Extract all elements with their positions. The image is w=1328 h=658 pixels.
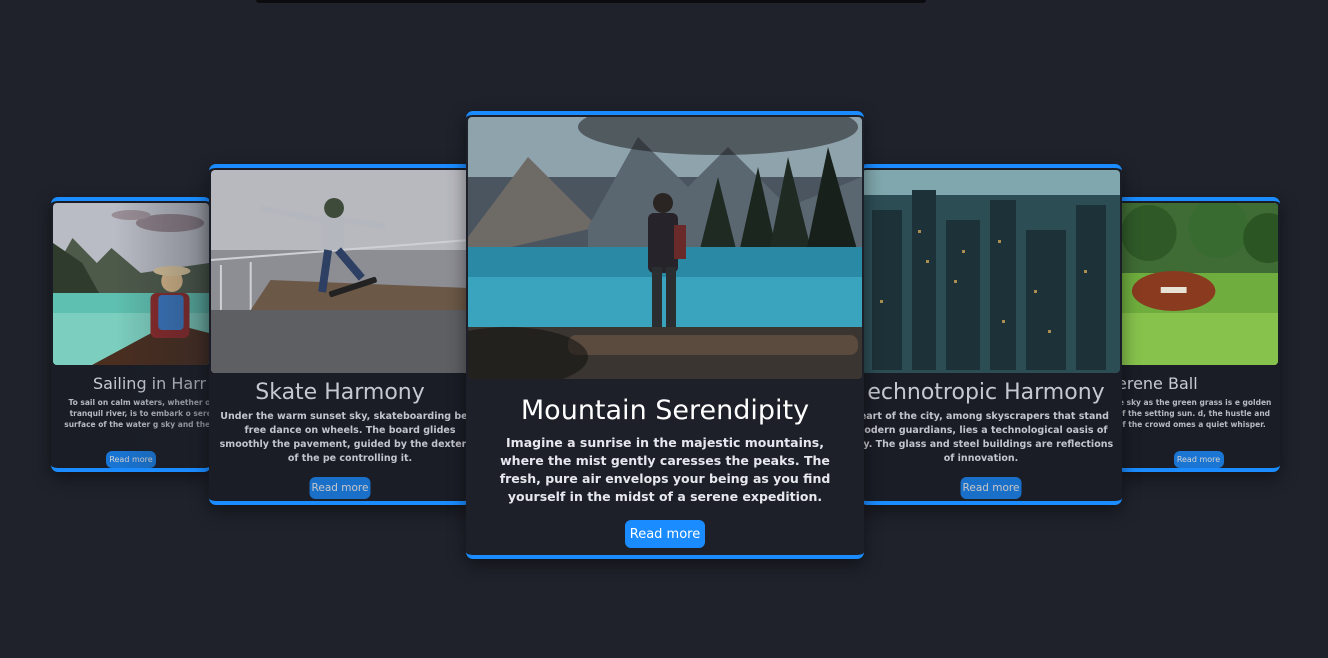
- card-image-mountain: [468, 117, 862, 379]
- card-techno: echnotropic Harmony heart of the city, a…: [860, 164, 1122, 505]
- card-image-sailing: [53, 203, 209, 365]
- card-mountain: Mountain Serendipity Imagine a sunrise i…: [466, 111, 864, 559]
- card-title: Skate Harmony: [255, 380, 425, 405]
- card-title: erene Ball: [1117, 374, 1198, 393]
- card-skate: Skate Harmony Under the warm sunset sky,…: [209, 164, 471, 505]
- card-description: Imagine a sunrise in the majestic mounta…: [499, 435, 831, 504]
- card-sailing: Sailing in Harr To sail on calm waters, …: [51, 197, 211, 472]
- card-title: Mountain Serendipity: [520, 395, 810, 426]
- card-description: inting the sky as the green grass is e g…: [1117, 398, 1272, 429]
- read-more-button[interactable]: Read more: [960, 477, 1022, 499]
- top-bar: [256, 0, 926, 3]
- card-ball: erene Ball inting the sky as the green g…: [1117, 197, 1280, 472]
- read-more-button[interactable]: Read more: [106, 451, 156, 468]
- read-more-button[interactable]: Read more: [625, 520, 705, 548]
- card-title: echnotropic Harmony: [867, 380, 1105, 405]
- card-image-ball: [1119, 203, 1278, 365]
- card-image-techno: [862, 170, 1120, 373]
- read-more-button[interactable]: Read more: [1173, 451, 1224, 468]
- card-description: To sail on calm waters, whether on along…: [64, 398, 211, 429]
- card-description: Under the warm sunset sky, skateboarding…: [219, 411, 471, 464]
- card-title: Sailing in Harr: [93, 374, 207, 393]
- card-description: heart of the city, among skyscrapers tha…: [860, 411, 1114, 464]
- read-more-button[interactable]: Read more: [309, 477, 371, 499]
- card-image-skate: [211, 170, 469, 373]
